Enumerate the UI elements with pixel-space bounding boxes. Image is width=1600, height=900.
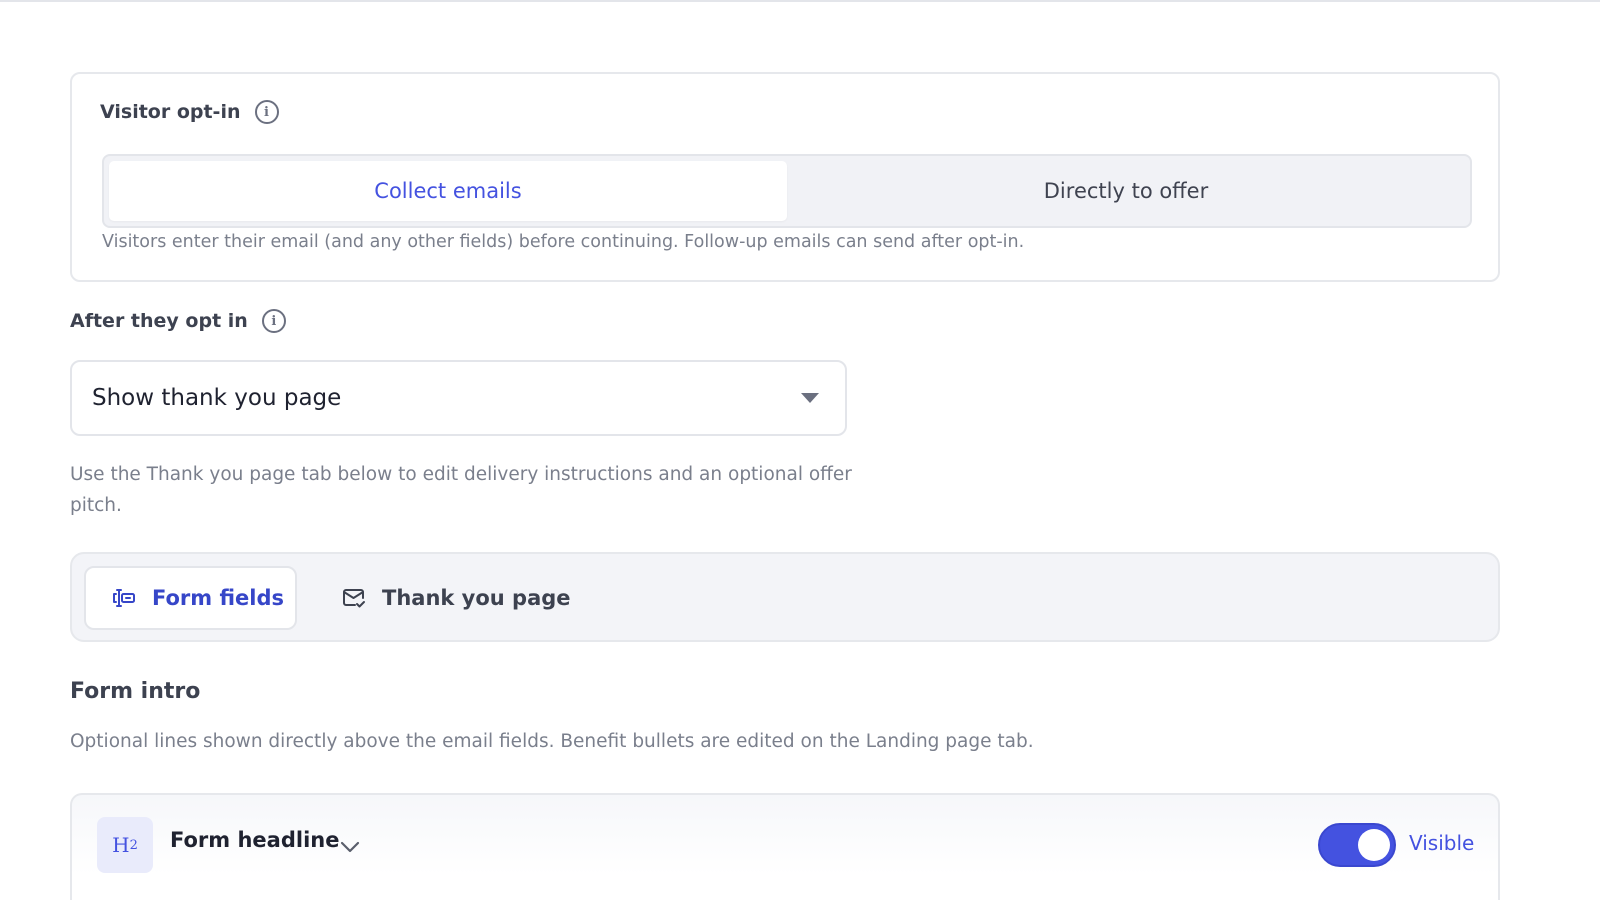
after-optin-label: After they opt in	[70, 310, 248, 332]
info-icon[interactable]: i	[254, 100, 279, 124]
top-divider	[0, 0, 1600, 2]
toggle-knob	[1358, 829, 1390, 861]
directly-to-offer-option[interactable]: Directly to offer	[787, 161, 1465, 221]
optin-help-text: Visitors enter their email (and any othe…	[102, 232, 1025, 252]
form-headline-card: H2 Form headline Visible	[70, 793, 1500, 900]
heading-badge-letter: H	[112, 833, 130, 857]
visitor-optin-card: Visitor opt-in i Collect emails Directly…	[70, 72, 1500, 282]
tab-form-fields[interactable]: Form fields	[84, 566, 297, 630]
mail-check-icon	[340, 584, 368, 612]
form-headline-label: Form headline	[170, 828, 340, 852]
after-optin-help-text: Use the Thank you page tab below to edit…	[70, 464, 852, 516]
heading-2-icon: H2	[97, 817, 153, 873]
heading-badge-level: 2	[129, 837, 138, 853]
tab-thank-you-page-label: Thank you page	[382, 586, 571, 610]
editor-tabs: Form fields Thank you page	[70, 552, 1500, 642]
chevron-down-icon	[801, 393, 819, 403]
form-intro-title: Form intro	[70, 679, 201, 704]
after-optin-heading: After they opt in i	[70, 309, 286, 333]
visitor-optin-label: Visitor opt-in	[100, 101, 241, 123]
collect-emails-option[interactable]: Collect emails	[109, 161, 787, 221]
chevron-down-icon[interactable]	[338, 835, 362, 859]
visibility-label: Visible	[1409, 831, 1475, 855]
info-icon[interactable]: i	[261, 309, 286, 333]
form-intro-description: Optional lines shown directly above the …	[70, 731, 1034, 752]
text-cursor-icon	[110, 584, 138, 612]
after-optin-select[interactable]: Show thank you page	[70, 360, 847, 436]
visitor-optin-heading: Visitor opt-in i	[100, 100, 279, 124]
tab-form-fields-label: Form fields	[152, 586, 285, 610]
optin-segmented-control: Collect emails Directly to offer	[102, 154, 1472, 228]
after-optin-select-value: Show thank you page	[92, 385, 342, 411]
visibility-toggle[interactable]	[1318, 823, 1396, 867]
tab-thank-you-page[interactable]: Thank you page	[336, 566, 571, 630]
